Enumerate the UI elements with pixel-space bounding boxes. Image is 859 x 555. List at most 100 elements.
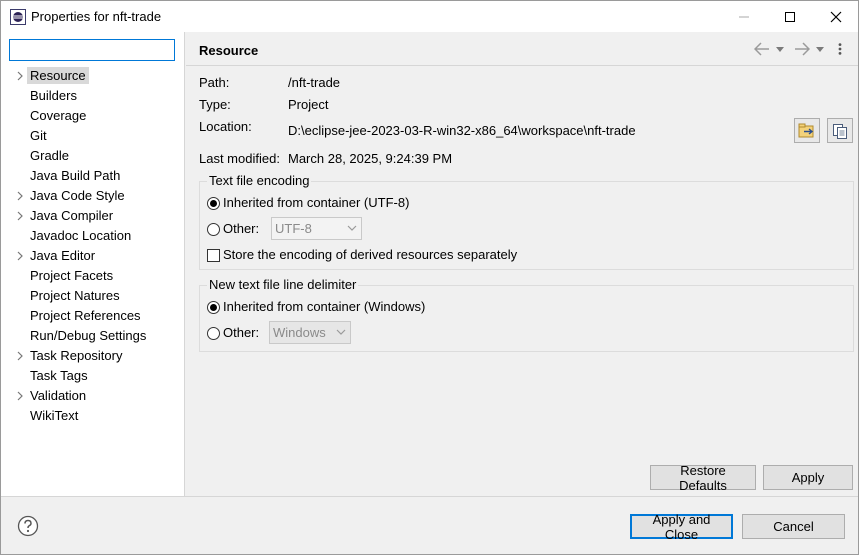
chevron-right-icon[interactable] (15, 351, 25, 361)
properties-dialog: Properties for nft-trade Resource Builder… (0, 0, 859, 555)
tree-item-label: Builders (30, 88, 77, 103)
tree-item-label: Project Natures (30, 288, 120, 303)
back-arrow-icon[interactable] (754, 42, 770, 56)
delimiter-inherited-radio[interactable] (207, 301, 220, 314)
chevron-right-icon[interactable] (15, 211, 25, 221)
tree-item-java-code-style[interactable]: Java Code Style (1, 186, 185, 206)
window-title: Properties for nft-trade (31, 9, 162, 24)
tree-item-task-repository[interactable]: Task Repository (1, 346, 185, 366)
encoding-group: Text file encoding Inherited from contai… (199, 173, 854, 270)
tree-item-java-editor[interactable]: Java Editor (1, 246, 185, 266)
tree-item-label: Git (30, 128, 47, 143)
type-label: Type: (199, 97, 231, 112)
close-icon (830, 11, 842, 22)
view-menu-icon[interactable] (836, 42, 844, 56)
eclipse-icon (10, 9, 26, 25)
tree-item-label: Validation (30, 388, 87, 403)
tree-item-validation[interactable]: Validation (1, 386, 185, 406)
tree-item-resource[interactable]: Resource (1, 66, 185, 86)
tree-item-javadoc-location[interactable]: Javadoc Location (1, 226, 185, 246)
location-label: Location: (199, 119, 252, 134)
delimiter-other-radio[interactable] (207, 327, 220, 340)
encoding-inherited-label: Inherited from container (UTF-8) (223, 195, 410, 210)
close-button[interactable] (813, 1, 859, 32)
property-tree: Resource Builders Coverage Git Gradle Java Bu… (1, 66, 185, 426)
tree-item-label: Java Code Style (30, 188, 125, 203)
chevron-right-icon[interactable] (15, 191, 25, 201)
property-page: Resource Path: /nft-trade Type: Project … (186, 32, 858, 496)
tree-item-run-debug-settings[interactable]: Run/Debug Settings (1, 326, 185, 346)
encoding-group-title: Text file encoding (207, 173, 312, 188)
tree-item-coverage[interactable]: Coverage (1, 106, 185, 126)
encoding-inherited-radio[interactable] (207, 197, 220, 210)
chevron-right-icon[interactable] (15, 391, 25, 401)
tree-item-label: Resource (27, 67, 89, 84)
last-modified-value: March 28, 2025, 9:24:39 PM (288, 151, 453, 166)
tree-item-project-natures[interactable]: Project Natures (1, 286, 185, 306)
location-value: D:\eclipse-jee-2023-03-R-win32-x86_64\wo… (288, 123, 636, 138)
forward-arrow-icon[interactable] (794, 42, 810, 56)
tree-item-label: Java Compiler (30, 208, 114, 223)
delimiter-combo-value: Windows (273, 325, 326, 340)
tree-item-label: Project Facets (30, 268, 114, 283)
tree-item-project-facets[interactable]: Project Facets (1, 266, 185, 286)
tree-item-label: Project References (30, 308, 141, 323)
show-in-explorer-button[interactable] (794, 118, 820, 143)
tree-item-java-compiler[interactable]: Java Compiler (1, 206, 185, 226)
derived-encoding-checkbox[interactable] (207, 249, 220, 262)
tree-item-label: Java Build Path (30, 168, 121, 183)
tree-item-label: Task Repository (30, 348, 123, 363)
minimize-button[interactable] (721, 1, 767, 32)
page-header: Resource (186, 32, 858, 66)
line-delimiter-group: New text file line delimiter Inherited f… (199, 277, 854, 352)
page-title: Resource (199, 43, 259, 58)
tree-item-label: Task Tags (30, 368, 88, 383)
path-label: Path: (199, 75, 230, 90)
chevron-down-icon (336, 329, 346, 335)
chevron-right-icon[interactable] (15, 71, 25, 81)
cancel-button[interactable]: Cancel (742, 514, 845, 539)
tree-item-task-tags[interactable]: Task Tags (1, 366, 185, 386)
tree-item-label: Javadoc Location (30, 228, 132, 243)
filter-input[interactable] (9, 39, 175, 61)
forward-menu-icon[interactable] (815, 42, 825, 56)
encoding-other-label: Other: (223, 221, 260, 236)
help-icon[interactable] (17, 515, 39, 537)
show-in-explorer-icon (798, 123, 814, 137)
maximize-button[interactable] (767, 1, 813, 32)
dialog-button-bar: Apply and Close Cancel (1, 496, 858, 554)
copy-path-button[interactable] (827, 118, 853, 143)
apply-and-close-button[interactable]: Apply and Close (630, 512, 733, 542)
tree-item-label: Java Editor (30, 248, 96, 263)
tree-item-wikitext[interactable]: WikiText (1, 406, 185, 426)
tree-item-java-build-path[interactable]: Java Build Path (1, 166, 185, 186)
tree-item-label: Run/Debug Settings (30, 328, 147, 343)
line-delimiter-group-title: New text file line delimiter (207, 277, 359, 292)
minimize-icon (739, 16, 749, 17)
tree-item-label: Coverage (30, 108, 87, 123)
encoding-combo-value: UTF-8 (275, 221, 312, 236)
tree-item-builders[interactable]: Builders (1, 86, 185, 106)
last-modified-label: Last modified: (199, 151, 280, 166)
path-value: /nft-trade (288, 75, 341, 90)
title-bar: Properties for nft-trade (1, 1, 858, 32)
type-value: Project (288, 97, 329, 112)
apply-button[interactable]: Apply (763, 465, 853, 490)
delimiter-inherited-label: Inherited from container (Windows) (223, 299, 426, 314)
encoding-other-radio[interactable] (207, 223, 220, 236)
tree-item-git[interactable]: Git (1, 126, 185, 146)
delimiter-combo[interactable]: Windows (269, 321, 351, 344)
tree-item-label: Gradle (30, 148, 70, 163)
restore-defaults-button[interactable]: Restore Defaults (650, 463, 756, 493)
derived-encoding-label: Store the encoding of derived resources … (223, 247, 518, 262)
tree-item-gradle[interactable]: Gradle (1, 146, 185, 166)
back-menu-icon[interactable] (775, 42, 785, 56)
chevron-right-icon[interactable] (15, 251, 25, 261)
chevron-down-icon (347, 225, 357, 231)
maximize-icon (785, 11, 795, 22)
property-page-nav: Resource Builders Coverage Git Gradle Java Bu… (1, 32, 185, 496)
tree-item-project-references[interactable]: Project References (1, 306, 185, 326)
copy-path-icon (833, 123, 847, 139)
delimiter-other-label: Other: (223, 325, 260, 340)
encoding-combo[interactable]: UTF-8 (271, 217, 362, 240)
